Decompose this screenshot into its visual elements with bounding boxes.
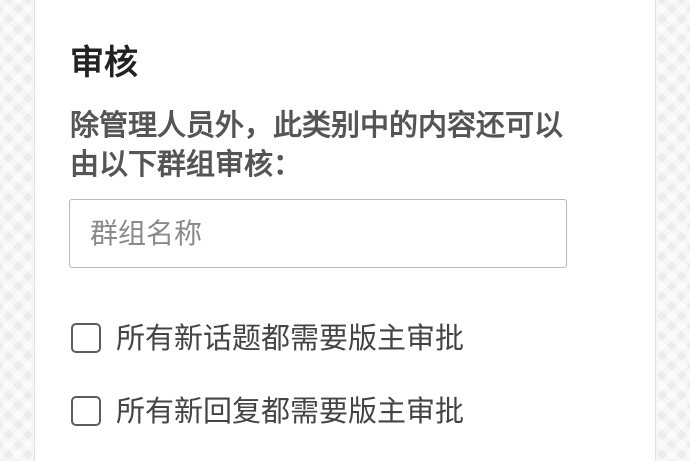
moderation-panel: 审核 除管理人员外，此类别中的内容还可以由以下群组审核： 所有新话题都需要版主审… <box>34 0 656 461</box>
group-name-input[interactable] <box>69 199 567 268</box>
section-description: 除管理人员外，此类别中的内容还可以由以下群组审核： <box>70 108 564 181</box>
require-reply-approval-checkbox[interactable] <box>71 396 101 426</box>
section-title: 审核 <box>70 43 138 83</box>
require-topic-approval-option[interactable]: 所有新话题都需要版主审批 <box>71 316 464 360</box>
require-topic-approval-checkbox[interactable] <box>71 323 101 353</box>
require-topic-approval-label[interactable]: 所有新话题都需要版主审批 <box>116 318 464 358</box>
require-reply-approval-option[interactable]: 所有新回复都需要版主审批 <box>71 389 464 433</box>
require-reply-approval-label[interactable]: 所有新回复都需要版主审批 <box>116 391 464 431</box>
